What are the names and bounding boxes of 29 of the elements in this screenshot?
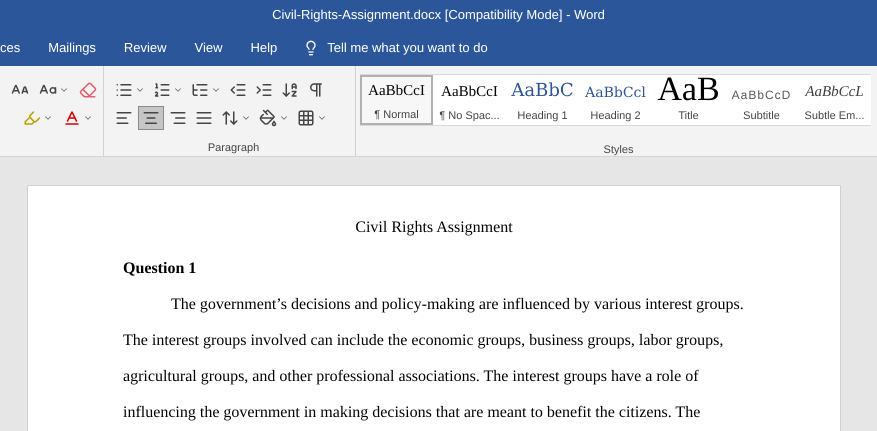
style-gallery-item[interactable]: AaBbCcI ¶ Normal [360,75,433,125]
style-gallery-item[interactable]: AaBbC Heading 1 [506,75,579,125]
ribbon-tab[interactable]: ces [0,30,34,66]
show-formatting-icon [307,80,325,99]
body-paragraph: The government’s decisions and policy-making are influenced by various interest groups. The interest groups involved can include the economic groups, business groups, labor groups, agricultural groups, and other professional associations. The interest groups have a role of influencing the government in making decisions that are meant to benefit the citizens. The [123,295,745,423]
tell-me-search[interactable]: Tell me what you want to do [327,38,488,58]
style-gallery-item[interactable]: AaBbCcL Subtle Em... [798,75,871,125]
style-gallery-item[interactable]: AaBbCcl Heading 2 [579,75,652,125]
shading-icon [259,108,277,127]
line-spacing-icon [221,108,239,127]
highlighter-icon [23,109,41,127]
style-gallery-item[interactable]: AaBbCcI ¶ No Spac... [433,75,506,125]
align-center-button[interactable] [138,106,164,130]
window-title: Civil-Rights-Assignment.docx [Compatibility Mode] - Word [272,6,605,24]
borders-icon [297,108,315,127]
sort-icon [281,80,299,99]
document-title: Civil Rights Assignment [354,218,514,238]
style-gallery-item[interactable]: AaB Title [652,75,725,125]
ribbon-tab[interactable]: View [180,30,236,66]
question-heading: Question 1 [123,259,198,279]
font-color-icon [63,109,81,127]
clear-formatting-icon [79,81,97,99]
ribbon-tab[interactable]: Help [236,30,292,66]
group-label: Styles [602,143,634,158]
group-label: Paragraph [206,140,260,156]
ribbon-tab[interactable]: Mailings [34,30,110,66]
style-gallery-item[interactable]: AaBbCcD Subtitle [725,75,798,125]
numbering-icon [153,80,171,99]
ribbon-tab[interactable]: Review [110,30,181,66]
